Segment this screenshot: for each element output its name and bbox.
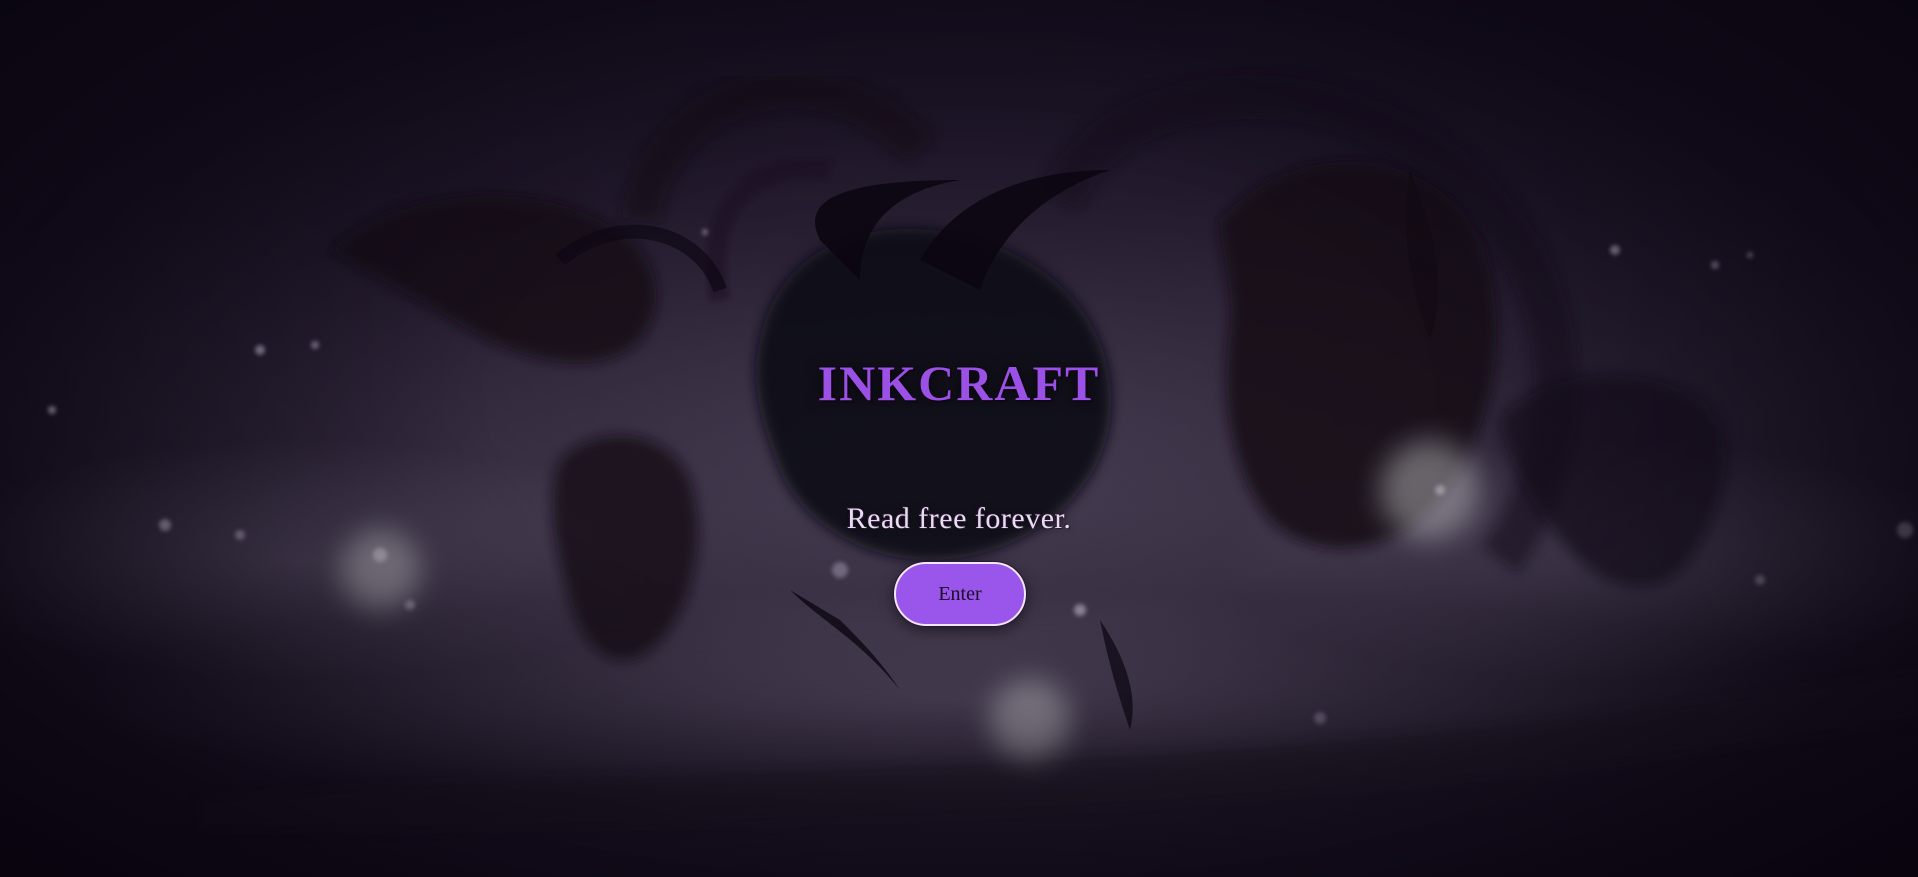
hero: INKCRAFT Read free forever. Enter (0, 0, 1918, 877)
enter-button[interactable]: Enter (894, 562, 1026, 626)
brand-title: INKCRAFT (817, 355, 1101, 411)
landing-page: INKCRAFT Read free forever. Enter (0, 0, 1918, 877)
tagline: Read free forever. (846, 502, 1072, 535)
